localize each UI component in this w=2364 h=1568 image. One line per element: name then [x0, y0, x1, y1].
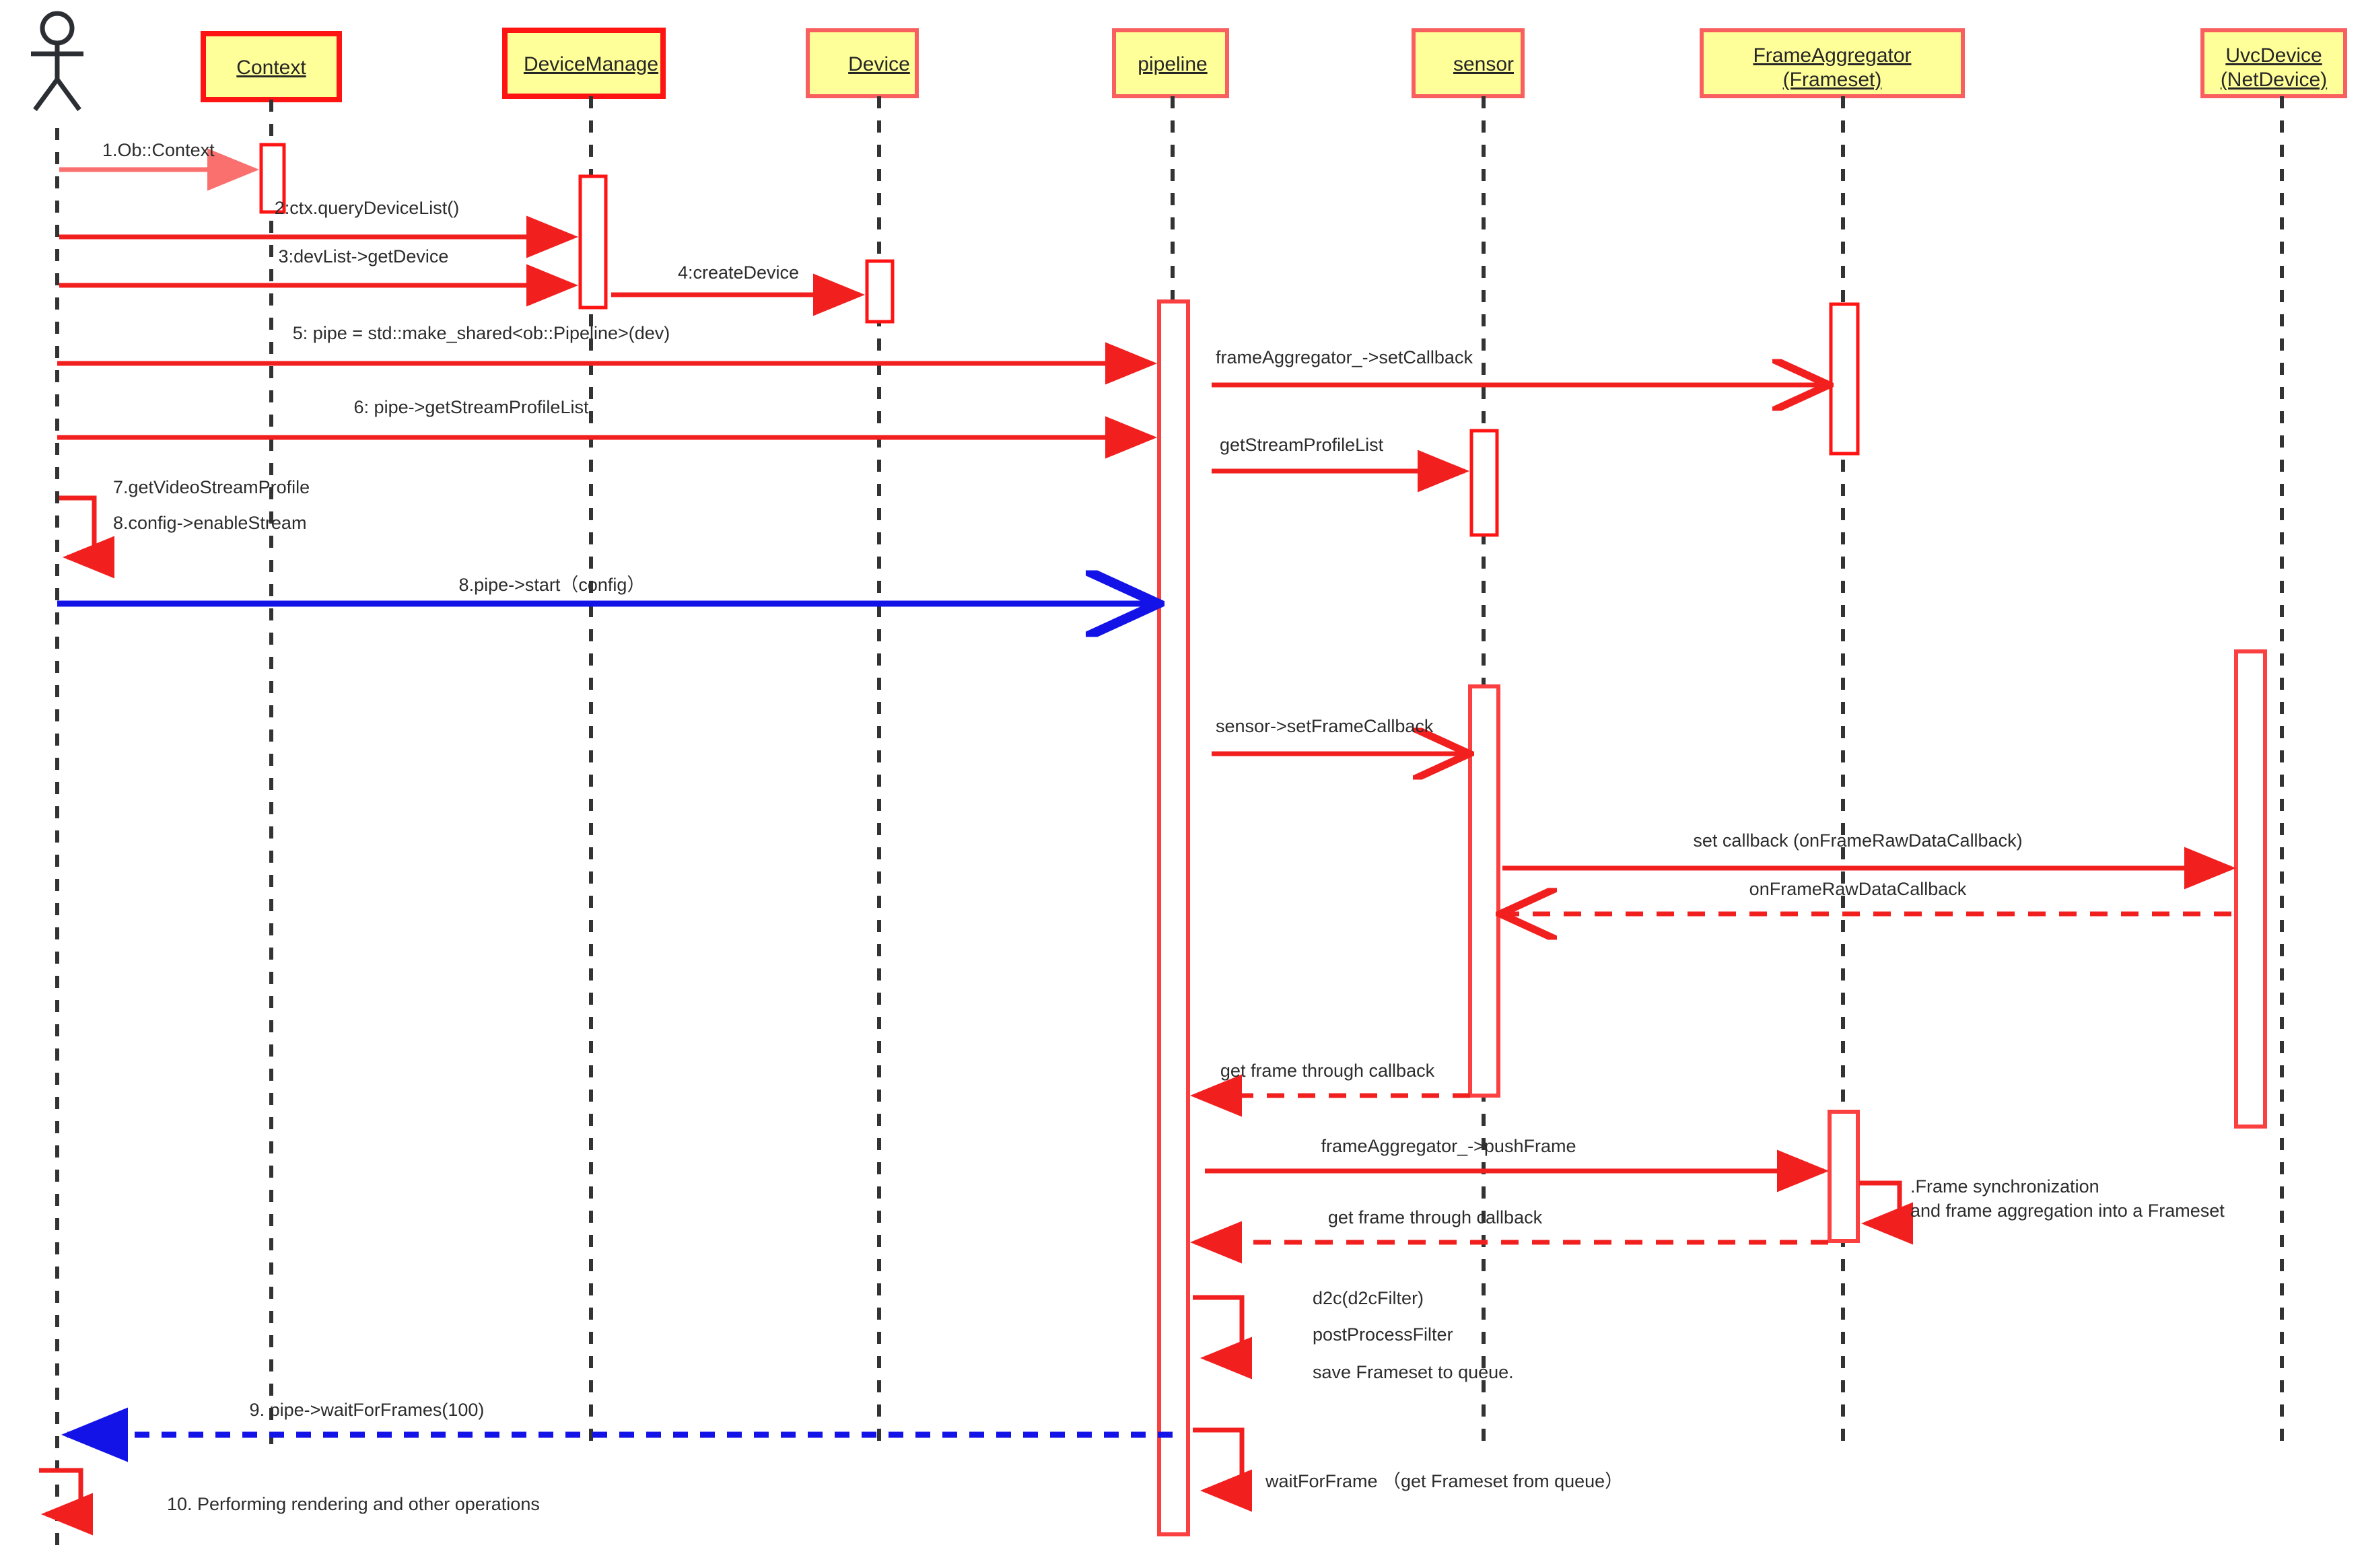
note-label-n3-line1: waitForFrame （get Frameset from queue）	[1265, 1471, 1623, 1491]
message-label-m4: 4:createDevice	[678, 262, 799, 283]
message-label-m17: get frame through callback	[1328, 1207, 1543, 1227]
note-label-n1-line2: and frame aggregation into a Frameset	[1910, 1201, 2225, 1221]
participant-label-device-manage: DeviceManage	[524, 53, 658, 75]
message-label-m1: 1.Ob::Context	[102, 140, 215, 160]
participant-label-sensor: sensor	[1453, 53, 1514, 75]
note-label-n1-line1: .Frame synchronization	[1910, 1176, 2099, 1197]
note-label-n2-line1: d2c(d2cFilter)	[1313, 1288, 1424, 1308]
message-label-m10: 8.config->enableStream	[113, 513, 306, 533]
message-label-m18: 9. pipe->waitForFrames(100)	[250, 1400, 485, 1420]
sequence-diagram-canvas: Context DeviceManage Device pipeline sen…	[0, 0, 2364, 1568]
message-label-m9: 7.getVideoStreamProfile	[113, 477, 310, 497]
message-label-m7: 6: pipe->getStreamProfileList	[354, 397, 589, 417]
message-label-m15: get frame through callback	[1220, 1061, 1435, 1081]
participant-sublabel-frame-aggregator: (Frameset)	[1783, 69, 1882, 91]
message-label-m6: frameAggregator_->setCallback	[1216, 347, 1473, 367]
diagram-text-svg: Context DeviceManage Device pipeline sen…	[102, 44, 2327, 1514]
participant-label-pipeline: pipeline	[1138, 53, 1207, 75]
participant-label-frame-aggregator: FrameAggregator	[1753, 44, 1911, 67]
message-label-m3: 3:devList->getDevice	[279, 246, 449, 266]
message-label-m5: 5: pipe = std::make_shared<ob::Pipeline>…	[293, 323, 670, 343]
participant-sublabel-uvc-device: (NetDevice)	[2221, 69, 2327, 91]
note-label-n2-line2: postProcessFilter	[1313, 1324, 1453, 1345]
message-label-m8: getStreamProfileList	[1220, 435, 1384, 455]
message-label-m2: 2:ctx.queryDeviceList()	[275, 198, 460, 218]
participant-label-context: Context	[236, 57, 306, 79]
message-label-m19: 10. Performing rendering and other opera…	[167, 1494, 540, 1514]
message-label-m16: frameAggregator_->pushFrame	[1321, 1136, 1576, 1156]
message-label-m14: onFrameRawDataCallback	[1749, 879, 1967, 899]
participant-label-device: Device	[848, 53, 910, 75]
note-label-n2-line3: save Frameset to queue.	[1313, 1362, 1514, 1382]
message-label-m11: 8.pipe->start（config）	[459, 575, 646, 595]
participant-label-uvc-device: UvcDevice	[2225, 44, 2322, 67]
message-label-m12: sensor->setFrameCallback	[1216, 716, 1434, 736]
message-label-m13: set callback (onFrameRawDataCallback)	[1693, 830, 2022, 851]
